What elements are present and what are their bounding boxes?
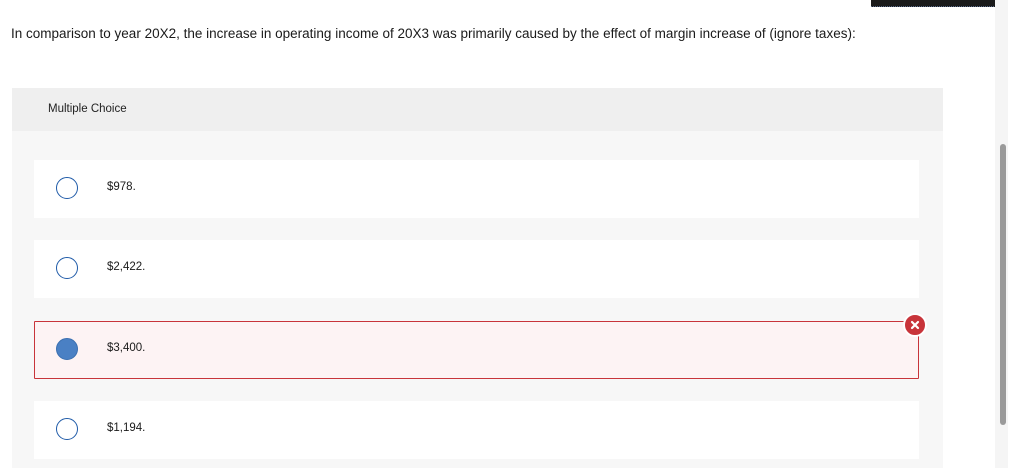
multiple-choice-header: Multiple Choice xyxy=(12,88,943,131)
top-toolbar-edge xyxy=(871,0,1002,7)
choice-label: $2,422. xyxy=(107,261,146,273)
choice-option-4[interactable]: $1,194. xyxy=(34,401,919,459)
choice-label: $978. xyxy=(107,181,136,193)
radio-button-selected[interactable] xyxy=(56,338,78,360)
multiple-choice-panel: Multiple Choice $978. $2,422. $3,400. $1… xyxy=(12,88,943,468)
choice-option-1[interactable]: $978. xyxy=(34,160,919,218)
close-icon xyxy=(910,320,920,330)
radio-button-unselected[interactable] xyxy=(56,177,78,199)
question-text: In comparison to year 20X2, the increase… xyxy=(11,26,856,41)
scrollbar-thumb[interactable] xyxy=(1000,144,1006,425)
choice-label: $3,400. xyxy=(107,342,146,354)
radio-button-unselected[interactable] xyxy=(56,418,78,440)
choice-label: $1,194. xyxy=(107,422,146,434)
choice-option-2[interactable]: $2,422. xyxy=(34,240,919,298)
multiple-choice-label: Multiple Choice xyxy=(48,103,127,115)
choice-option-3-selected-incorrect[interactable]: $3,400. xyxy=(34,321,919,379)
radio-button-unselected[interactable] xyxy=(56,257,78,279)
incorrect-badge xyxy=(903,313,927,337)
